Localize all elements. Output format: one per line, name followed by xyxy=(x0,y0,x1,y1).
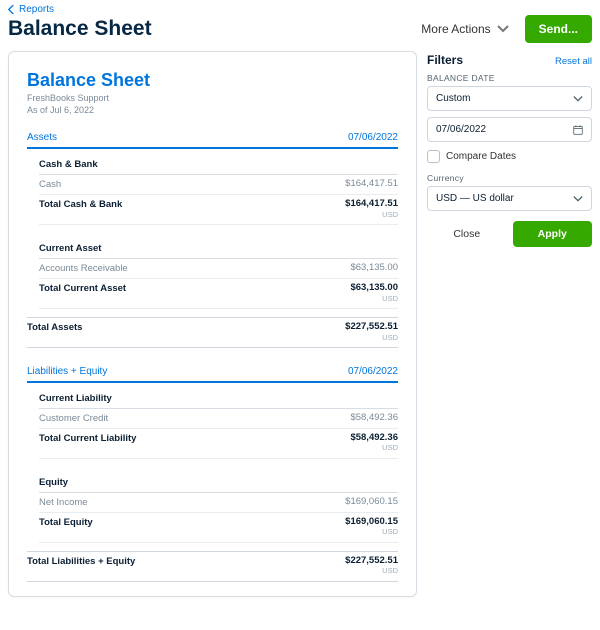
compare-dates-row[interactable]: Compare Dates xyxy=(427,150,592,163)
balance-date-label: BALANCE DATE xyxy=(427,73,592,83)
page-title: Balance Sheet xyxy=(8,17,411,41)
currency-label: Currency xyxy=(427,173,592,183)
calendar-icon xyxy=(573,125,583,135)
current-liability-label: Current Liability xyxy=(39,389,398,409)
compare-dates-label: Compare Dates xyxy=(446,151,516,162)
row-total-cash-bank: Total Cash & Bank $164,417.51USD xyxy=(39,195,398,225)
row-total-assets: Total Assets $227,552.51USD xyxy=(27,317,398,348)
report-card: Balance Sheet FreshBooks Support As of J… xyxy=(8,51,417,597)
apply-button[interactable]: Apply xyxy=(513,221,593,247)
filters-title: Filters xyxy=(427,53,463,67)
chevron-down-icon xyxy=(497,25,509,33)
row-total-current-liability: Total Current Liability $58,492.36USD xyxy=(39,429,398,459)
cash-bank-label: Cash & Bank xyxy=(39,155,398,175)
date-range-select[interactable]: Custom xyxy=(427,86,592,111)
row-ar: Accounts Receivable $63,135.00 xyxy=(39,259,398,279)
section-assets-header: Assets 07/06/2022 xyxy=(27,128,398,149)
current-asset-label: Current Asset xyxy=(39,239,398,259)
filters-panel: Filters Reset all BALANCE DATE Custom 07… xyxy=(427,51,592,247)
row-total-liab-equity: Total Liabilities + Equity $227,552.51US… xyxy=(27,551,398,582)
reset-all-link[interactable]: Reset all xyxy=(555,56,592,67)
more-actions-label: More Actions xyxy=(421,22,490,36)
section-liab-equity-header: Liabilities + Equity 07/06/2022 xyxy=(27,362,398,383)
close-button[interactable]: Close xyxy=(427,221,507,247)
chevron-down-icon xyxy=(573,94,583,104)
row-cash: Cash $164,417.51 xyxy=(39,175,398,195)
row-customer-credit: Customer Credit $58,492.36 xyxy=(39,409,398,429)
row-net-income: Net Income $169,060.15 xyxy=(39,493,398,513)
breadcrumb-label: Reports xyxy=(19,4,54,15)
chevron-down-icon xyxy=(573,194,583,204)
report-title: Balance Sheet xyxy=(27,70,398,91)
row-total-current-asset: Total Current Asset $63,135.00USD xyxy=(39,279,398,309)
breadcrumb-reports[interactable]: Reports xyxy=(8,4,592,15)
report-subtitle: FreshBooks Support As of Jul 6, 2022 xyxy=(27,93,398,116)
equity-label: Equity xyxy=(39,473,398,493)
row-total-equity: Total Equity $169,060.15USD xyxy=(39,513,398,543)
compare-dates-checkbox[interactable] xyxy=(427,150,440,163)
more-actions-button[interactable]: More Actions xyxy=(411,16,518,42)
send-button[interactable]: Send... xyxy=(525,15,592,43)
chevron-left-icon xyxy=(8,5,15,14)
currency-select[interactable]: USD — US dollar xyxy=(427,186,592,211)
date-input[interactable]: 07/06/2022 xyxy=(427,117,592,142)
